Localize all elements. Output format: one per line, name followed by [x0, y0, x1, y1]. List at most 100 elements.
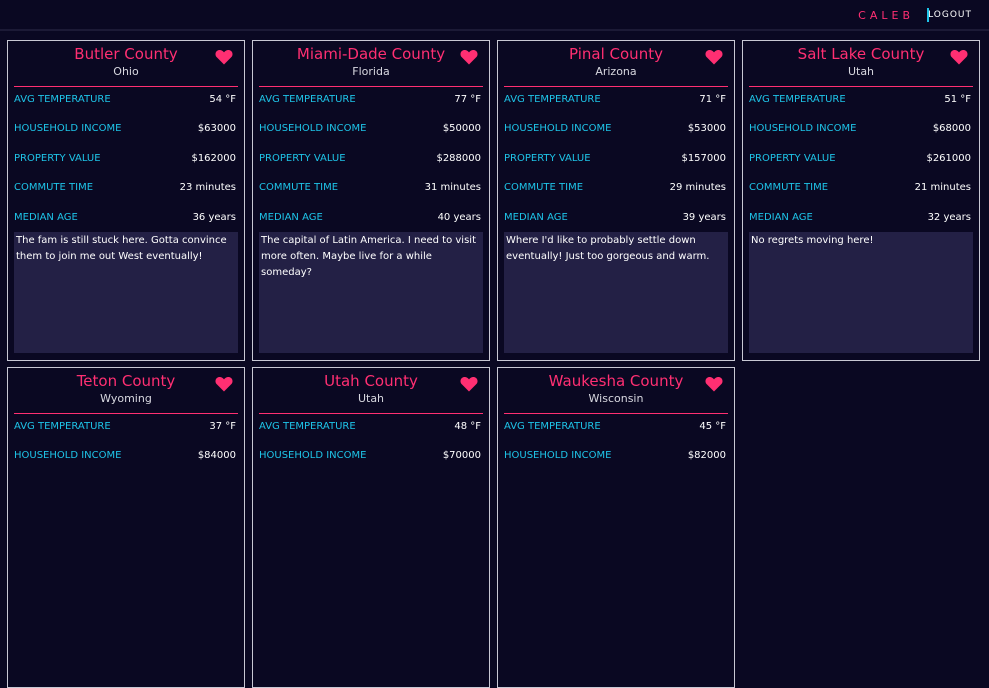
stat-value: $50000 [442, 123, 481, 134]
stat-value: 51 °F [944, 94, 971, 105]
top-bar: CALEB LOGOUT [0, 0, 989, 31]
stat-value: $84000 [197, 450, 236, 461]
stat-row-age: MEDIAN AGE 40 years [259, 212, 483, 226]
heart-icon[interactable] [215, 49, 233, 65]
county-card[interactable]: Teton County Wyoming AVG TEMPERATURE 37 °F H… [7, 367, 245, 688]
stat-value: 29 minutes [669, 182, 726, 193]
stat-value: 32 years [927, 212, 971, 223]
stat-value: $288000 [436, 153, 481, 164]
heart-icon[interactable] [460, 49, 478, 65]
stat-value: $162000 [191, 153, 236, 164]
stat-row-avg-temp: AVG TEMPERATURE 77 °F [259, 94, 483, 108]
state-name: Wisconsin [588, 392, 644, 405]
county-name[interactable]: Pinal County [498, 45, 734, 63]
note-textarea[interactable]: Where I'd like to probably settle down e… [504, 232, 728, 353]
stat-value: $53000 [687, 123, 726, 134]
title-divider [504, 413, 728, 414]
stat-label: PROPERTY VALUE [504, 153, 591, 164]
county-card[interactable]: Miami-Dade County Florida AVG TEMPERATURE 7… [252, 40, 490, 361]
stat-label: HOUSEHOLD INCOME [504, 123, 612, 134]
stat-label: MEDIAN AGE [504, 212, 568, 223]
stat-row-age: MEDIAN AGE 39 years [504, 212, 728, 226]
stat-value: 39 years [682, 212, 726, 223]
stat-row-property: PROPERTY VALUE $288000 [259, 153, 483, 167]
stat-row-age: MEDIAN AGE 36 years [14, 212, 238, 226]
stat-row-commute: COMMUTE TIME 31 minutes [259, 182, 483, 196]
stat-row-income: HOUSEHOLD INCOME $68000 [749, 123, 973, 137]
county-name[interactable]: Waukesha County [498, 372, 734, 390]
stat-row-avg-temp: AVG TEMPERATURE 45 °F [504, 421, 728, 435]
stat-label: COMMUTE TIME [749, 182, 829, 193]
county-card[interactable]: Salt Lake County Utah AVG TEMPERATURE 51 °F… [742, 40, 980, 361]
stat-value: $261000 [926, 153, 971, 164]
county-name[interactable]: Butler County [8, 45, 244, 63]
title-divider [259, 86, 483, 87]
stat-value: 45 °F [699, 421, 726, 432]
stat-label: AVG TEMPERATURE [504, 421, 601, 432]
stat-row-avg-temp: AVG TEMPERATURE 48 °F [259, 421, 483, 435]
county-name[interactable]: Teton County [8, 372, 244, 390]
stat-label: HOUSEHOLD INCOME [259, 123, 367, 134]
stat-label: HOUSEHOLD INCOME [14, 450, 122, 461]
stat-label: PROPERTY VALUE [259, 153, 346, 164]
title-divider [749, 86, 973, 87]
county-card[interactable]: Butler County Ohio AVG TEMPERATURE 54 °F HOU… [7, 40, 245, 361]
county-card[interactable]: Waukesha County Wisconsin AVG TEMPERATURE 4… [497, 367, 735, 688]
stat-value: $68000 [932, 123, 971, 134]
stat-label: HOUSEHOLD INCOME [749, 123, 857, 134]
heart-icon[interactable] [705, 376, 723, 392]
heart-icon[interactable] [705, 49, 723, 65]
stat-label: MEDIAN AGE [14, 212, 78, 223]
note-textarea[interactable]: The capital of Latin America. I need to … [259, 232, 483, 353]
stat-label: PROPERTY VALUE [14, 153, 101, 164]
username[interactable]: CALEB [858, 9, 914, 22]
stat-row-avg-temp: AVG TEMPERATURE 71 °F [504, 94, 728, 108]
stat-row-commute: COMMUTE TIME 29 minutes [504, 182, 728, 196]
stat-label: AVG TEMPERATURE [259, 421, 356, 432]
county-card[interactable]: Utah County Utah AVG TEMPERATURE 48 °F HOUSE… [252, 367, 490, 688]
stat-label: PROPERTY VALUE [749, 153, 836, 164]
stat-value: $70000 [442, 450, 481, 461]
stat-label: HOUSEHOLD INCOME [14, 123, 122, 134]
stat-row-commute: COMMUTE TIME 23 minutes [14, 182, 238, 196]
stat-label: AVG TEMPERATURE [749, 94, 846, 105]
note-textarea[interactable]: The fam is still stuck here. Gotta convi… [14, 232, 238, 353]
county-name[interactable]: Miami-Dade County [253, 45, 489, 63]
stat-value: 71 °F [699, 94, 726, 105]
state-name: Ohio [113, 65, 139, 78]
logout-button[interactable]: LOGOUT [928, 10, 972, 20]
title-divider [14, 86, 238, 87]
stat-label: AVG TEMPERATURE [504, 94, 601, 105]
stat-row-income: HOUSEHOLD INCOME $63000 [14, 123, 238, 137]
stat-value: 37 °F [209, 421, 236, 432]
stat-row-avg-temp: AVG TEMPERATURE 37 °F [14, 421, 238, 435]
stat-row-age: MEDIAN AGE 32 years [749, 212, 973, 226]
stat-label: MEDIAN AGE [749, 212, 813, 223]
county-name[interactable]: Salt Lake County [743, 45, 979, 63]
stat-value: 40 years [437, 212, 481, 223]
stat-label: AVG TEMPERATURE [14, 421, 111, 432]
stat-label: HOUSEHOLD INCOME [259, 450, 367, 461]
title-divider [14, 413, 238, 414]
stat-row-avg-temp: AVG TEMPERATURE 51 °F [749, 94, 973, 108]
stat-value: 31 minutes [424, 182, 481, 193]
title-divider [504, 86, 728, 87]
stat-value: 77 °F [454, 94, 481, 105]
stat-row-avg-temp: AVG TEMPERATURE 54 °F [14, 94, 238, 108]
heart-icon[interactable] [215, 376, 233, 392]
stat-label: MEDIAN AGE [259, 212, 323, 223]
county-name[interactable]: Utah County [253, 372, 489, 390]
stat-value: $82000 [687, 450, 726, 461]
note-textarea[interactable]: No regrets moving here! [749, 232, 973, 353]
state-name: Arizona [595, 65, 637, 78]
stat-value: 54 °F [209, 94, 236, 105]
state-name: Wyoming [100, 392, 152, 405]
heart-icon[interactable] [460, 376, 478, 392]
county-card[interactable]: Pinal County Arizona AVG TEMPERATURE 71 °F H… [497, 40, 735, 361]
stat-label: HOUSEHOLD INCOME [504, 450, 612, 461]
heart-icon[interactable] [950, 49, 968, 65]
stat-row-property: PROPERTY VALUE $261000 [749, 153, 973, 167]
stat-value: $157000 [681, 153, 726, 164]
stat-value: 21 minutes [914, 182, 971, 193]
stat-value: 48 °F [454, 421, 481, 432]
